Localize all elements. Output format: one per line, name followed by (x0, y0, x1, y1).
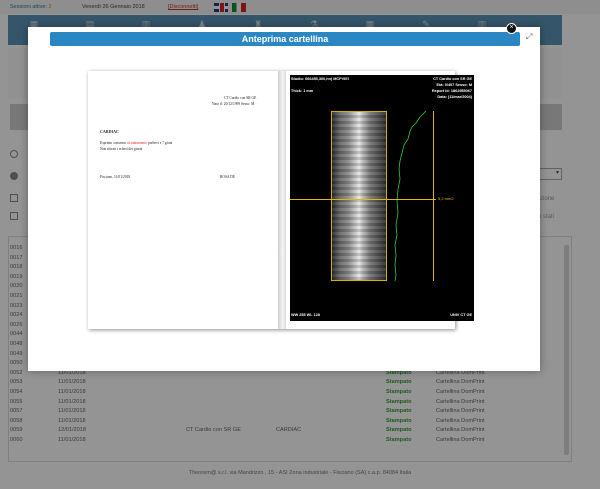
left-header-2: Nato il: 20/12/1999 Sesso: M (212, 102, 255, 106)
ct-profile-graph (394, 110, 427, 282)
ct-measure-horizontal-line (290, 199, 436, 200)
left-signature: ROSA DE (220, 175, 236, 179)
booklet-spine (278, 71, 286, 329)
left-section-title: CARDIAC (100, 129, 119, 134)
ct-measure-vertical-line (433, 111, 434, 281)
ct-age-sex: Età: 0/407 Sesso: M (436, 83, 472, 87)
ct-series: CT Cardio con SR GE (433, 77, 472, 81)
ct-unit: UNIV CT GE (450, 313, 472, 317)
folder-preview: CT Cardio con SR GE Nato il: 20/12/1999 … (88, 71, 474, 329)
ct-window-level: WW 255 WL 128 (291, 313, 320, 317)
ct-thickness: Thick: 1 mm (291, 89, 314, 93)
left-note-line: Non ritirati i referti dei giorni (100, 147, 143, 151)
close-icon[interactable]: × (506, 23, 517, 34)
ct-report-id: Report id: 1862955067 (431, 89, 472, 93)
preview-left-page: CT Cardio con SR GE Nato il: 20/12/1999 … (88, 71, 278, 329)
preview-right-page: Studio: 666455,300,hn) MCPVIEI CT Cardio… (286, 71, 474, 329)
left-header-1: CT Cardio con SR GE (224, 96, 257, 100)
ct-date: Data: (11/mar/2004) (437, 95, 472, 99)
modal-title: Anteprima cartellina (50, 32, 520, 46)
ct-vessel-image (331, 111, 387, 281)
ct-measure-label: 5,2 mm2 (438, 196, 454, 201)
expand-icon[interactable]: ⤢ (526, 32, 536, 42)
ct-scan-image: Studio: 666455,300,hn) MCPVIEI CT Cardio… (290, 75, 474, 321)
preview-modal: Anteprima cartellina CT Cardio con SR GE… (28, 27, 540, 371)
left-consent-line: Esprimo consenso al trattamento prelievi… (100, 141, 173, 145)
ct-study-id: Studio: 666455,300,hn) MCPVIEI (291, 77, 349, 81)
left-place-date: Fisciano, 11/01/2018 (100, 175, 131, 179)
